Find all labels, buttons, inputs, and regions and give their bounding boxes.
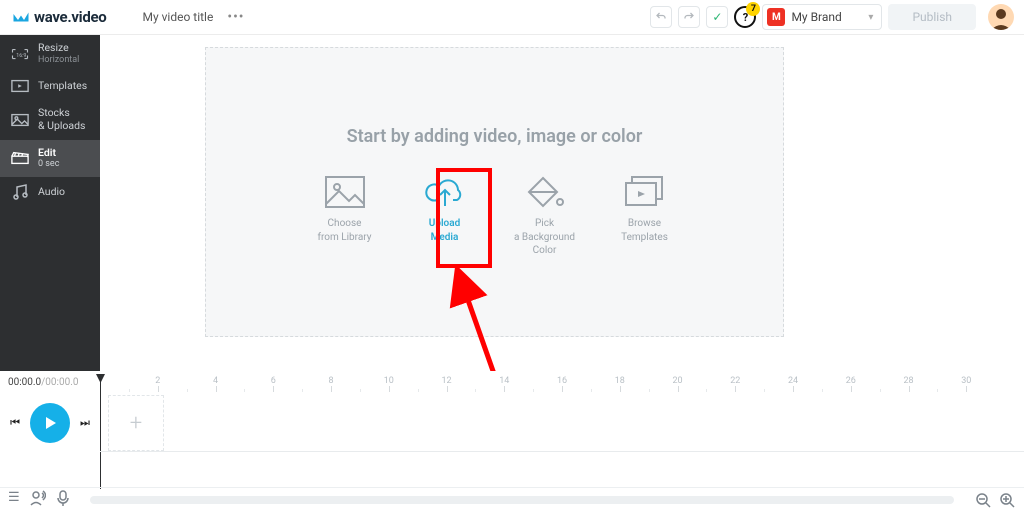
ruler-label: 22 — [730, 376, 740, 386]
sidebar-item-audio[interactable]: Audio — [0, 177, 100, 207]
help-badge: 7 — [746, 2, 760, 16]
ruler-label: 28 — [903, 376, 913, 386]
timecode: 00:00.0/00:00.0 — [8, 377, 78, 388]
microphone-icon[interactable] — [56, 490, 70, 510]
timecode-current: 00:00.0 — [8, 377, 41, 388]
ruler-label: 24 — [788, 376, 798, 386]
ruler-label: 14 — [499, 376, 509, 386]
voiceover-icon[interactable] — [30, 490, 46, 510]
sidebar-item-resize[interactable]: 16:9 ResizeHorizontal — [0, 35, 100, 72]
option-label-1: Choose — [328, 217, 362, 231]
next-clip-button[interactable]: ⏭ — [80, 416, 90, 430]
save-status-icon: ✓ — [706, 6, 728, 28]
clapper-icon — [10, 151, 30, 165]
ruler-label: 4 — [213, 376, 218, 386]
templates-stack-icon — [624, 175, 666, 209]
brand-name: My Brand — [791, 10, 841, 24]
option-label-1: Upload — [429, 217, 460, 231]
sidebar-item-sublabel: Horizontal — [38, 55, 79, 66]
app-logo-text: wave.video — [34, 8, 106, 26]
help-button[interactable]: ? 7 — [734, 6, 756, 28]
option-label-2: Media — [431, 231, 459, 245]
more-menu-icon[interactable]: ••• — [227, 9, 244, 25]
timeline-scrollbar[interactable] — [90, 496, 954, 504]
ruler-label: 2 — [155, 376, 160, 386]
sidebar-item-sublabel: 0 sec — [38, 159, 59, 170]
redo-button[interactable] — [678, 6, 700, 28]
image-icon — [10, 113, 30, 127]
empty-canvas: Start by adding video, image or color Ch… — [205, 47, 784, 337]
canvas-options: Choose from Library Upload Media Pick a … — [309, 175, 681, 258]
ruler-label: 20 — [672, 376, 682, 386]
option-label-3: Color — [533, 244, 557, 258]
play-button[interactable] — [30, 403, 70, 443]
tool-sidebar: 16:9 ResizeHorizontal Templates Stocks &… — [0, 35, 100, 371]
list-view-icon[interactable]: ☰ — [8, 490, 20, 510]
timeline-bottom-bar: ☰ — [0, 487, 1024, 511]
option-label-2: Templates — [621, 231, 668, 245]
ruler-label: 8 — [328, 376, 333, 386]
playback-controls: ⏮ ⏭ — [0, 403, 100, 443]
upload-cloud-icon — [424, 175, 466, 209]
timeline-panel: 00:00.0/00:00.0 246810121416182022242628… — [0, 371, 1024, 511]
timecode-total: /00:00.0 — [41, 377, 78, 388]
ruler-label: 30 — [961, 376, 971, 386]
undo-button[interactable] — [650, 6, 672, 28]
brand-selector[interactable]: M My Brand ▾ — [762, 4, 882, 30]
option-label-2: a Background — [514, 231, 575, 245]
ruler-label: 6 — [271, 376, 276, 386]
option-upload-media[interactable]: Upload Media — [409, 175, 481, 258]
bottom-bar-tools: ☰ — [8, 490, 70, 510]
sidebar-item-templates[interactable]: Templates — [0, 72, 100, 100]
ruler-label: 12 — [441, 376, 451, 386]
user-avatar[interactable] — [988, 4, 1014, 30]
chevron-down-icon: ▾ — [868, 12, 873, 23]
sidebar-item-stocks[interactable]: Stocks & Uploads — [0, 100, 100, 139]
brand-avatar-icon: M — [767, 8, 785, 26]
ruler-label: 18 — [615, 376, 625, 386]
paint-bucket-icon — [524, 175, 566, 209]
zoom-controls — [974, 491, 1016, 509]
zoom-out-button[interactable] — [974, 491, 992, 509]
track-divider — [100, 451, 1024, 452]
add-clip-button[interactable]: + — [108, 395, 164, 451]
wave-logo-icon — [12, 8, 30, 26]
zoom-in-button[interactable] — [998, 491, 1016, 509]
sidebar-item-edit[interactable]: Edit0 sec — [0, 140, 100, 177]
aspect-ratio-icon: 16:9 — [10, 47, 30, 61]
app-header: wave.video My video title ••• ✓ ? 7 M My… — [0, 0, 1024, 35]
sidebar-item-label: Resize — [38, 41, 69, 54]
library-icon — [324, 175, 366, 209]
app-logo[interactable]: wave.video — [12, 8, 106, 26]
publish-button[interactable]: Publish — [888, 4, 976, 30]
canvas-heading: Start by adding video, image or color — [347, 126, 643, 147]
ruler-label: 16 — [557, 376, 567, 386]
play-row: ⏮ ⏭ + — [0, 395, 1024, 451]
ruler-label: 26 — [846, 376, 856, 386]
canvas-area: Start by adding video, image or color Ch… — [100, 35, 1024, 371]
timeline-ruler[interactable]: 24681012141618202224262830 — [100, 374, 1024, 392]
prev-clip-button[interactable]: ⏮ — [10, 416, 20, 430]
option-browse-templates[interactable]: Browse Templates — [609, 175, 681, 258]
option-label-1: Browse — [628, 217, 661, 231]
sidebar-item-label: Audio — [38, 186, 65, 199]
option-choose-library[interactable]: Choose from Library — [309, 175, 381, 258]
project-title[interactable]: My video title — [134, 6, 221, 28]
templates-icon — [10, 79, 30, 93]
sidebar-item-label: Templates — [38, 80, 87, 93]
sidebar-item-label: Stocks & Uploads — [38, 107, 85, 132]
option-pick-color[interactable]: Pick a Background Color — [509, 175, 581, 258]
header-actions: ✓ ? 7 M My Brand ▾ Publish — [650, 4, 1014, 30]
option-label-1: Pick — [535, 217, 554, 231]
music-icon — [10, 184, 30, 200]
ruler-label: 10 — [384, 376, 394, 386]
sidebar-item-label: Edit — [38, 146, 56, 159]
svg-text:16:9: 16:9 — [16, 53, 26, 59]
option-label-2: from Library — [318, 231, 372, 245]
